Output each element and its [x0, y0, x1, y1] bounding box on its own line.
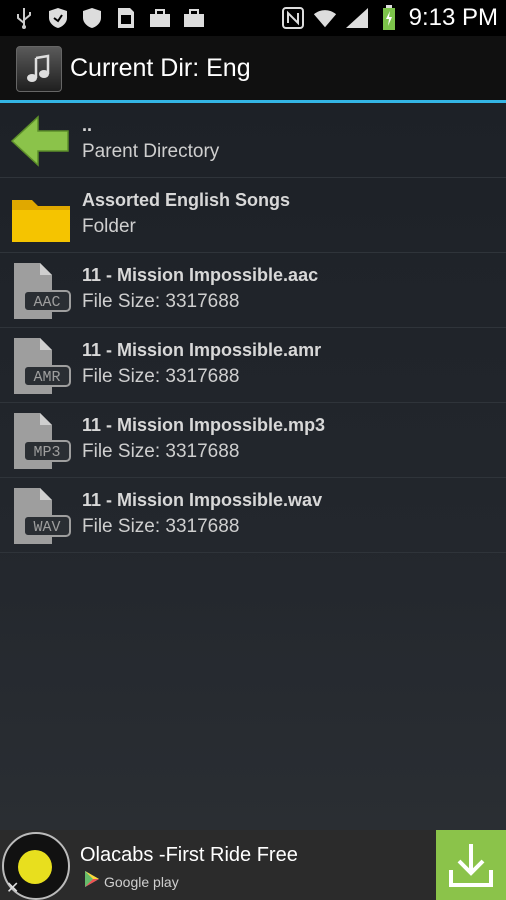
ad-logo-mark	[18, 850, 52, 884]
list-item-title: Assorted English Songs	[82, 190, 291, 210]
usb-icon	[12, 6, 36, 30]
back-arrow-icon	[10, 111, 72, 171]
list-item-subtitle: Folder	[82, 216, 136, 237]
battery-icon	[377, 5, 401, 30]
svg-text:MP3: MP3	[33, 444, 60, 461]
signal-icon	[345, 6, 369, 30]
sdcard-icon	[114, 6, 138, 30]
list-item-parent-directory[interactable]: .. Parent Directory	[0, 103, 506, 178]
list-item-title: 11 - Mission Impossible.wav	[82, 490, 323, 510]
page-title: Current Dir: Eng	[70, 54, 251, 82]
download-icon	[449, 844, 493, 887]
bag-icon	[148, 6, 172, 30]
file-icon: AMR	[10, 336, 72, 396]
list-item-subtitle: File Size: 3317688	[82, 516, 240, 537]
music-note-icon[interactable]	[16, 46, 62, 92]
nfc-icon	[281, 6, 305, 30]
play-store-icon	[84, 870, 100, 893]
shield-icon	[46, 6, 70, 30]
bag-icon	[182, 6, 206, 30]
status-notification-icons	[12, 6, 206, 30]
status-bar: 9:13 PM	[0, 0, 506, 36]
svg-text:AAC: AAC	[33, 294, 60, 311]
list-item-title: 11 - Mission Impossible.mp3	[82, 415, 326, 435]
file-icon: AAC	[10, 261, 72, 321]
shield-icon	[80, 6, 104, 30]
ad-banner[interactable]: ✕ Olacabs -First Ride Free Google play	[0, 830, 506, 900]
list-item-subtitle: Parent Directory	[82, 141, 220, 162]
ad-title[interactable]: Olacabs -First Ride Free	[80, 844, 298, 867]
list-item-file[interactable]: AAC 11 - Mission Impossible.aac File Siz…	[0, 253, 506, 328]
file-list: .. Parent Directory Assorted English Son…	[0, 103, 506, 830]
close-icon[interactable]: ✕	[6, 878, 19, 898]
store-label: Google play	[104, 873, 179, 890]
list-item-subtitle: File Size: 3317688	[82, 291, 240, 312]
status-system-icons: 9:13 PM	[281, 4, 498, 32]
list-item-subtitle: File Size: 3317688	[82, 366, 240, 387]
status-time: 9:13 PM	[408, 4, 498, 31]
file-icon: WAV	[10, 486, 72, 546]
list-item-subtitle: File Size: 3317688	[82, 441, 240, 462]
wifi-icon	[313, 6, 337, 30]
google-play-badge: Google play	[84, 870, 179, 893]
list-item-title: 11 - Mission Impossible.aac	[82, 265, 319, 285]
folder-icon	[10, 186, 72, 246]
list-item-title: ..	[82, 115, 93, 135]
file-icon: MP3	[10, 411, 72, 471]
list-item-folder[interactable]: Assorted English Songs Folder	[0, 178, 506, 253]
list-item-file[interactable]: MP3 11 - Mission Impossible.mp3 File Siz…	[0, 403, 506, 478]
svg-text:AMR: AMR	[33, 369, 60, 386]
action-bar: Current Dir: Eng	[0, 36, 506, 100]
list-item-file[interactable]: AMR 11 - Mission Impossible.amr File Siz…	[0, 328, 506, 403]
list-item-file[interactable]: WAV 11 - Mission Impossible.wav File Siz…	[0, 478, 506, 553]
download-button[interactable]	[436, 830, 506, 900]
svg-text:WAV: WAV	[33, 519, 60, 536]
list-item-title: 11 - Mission Impossible.amr	[82, 340, 322, 360]
